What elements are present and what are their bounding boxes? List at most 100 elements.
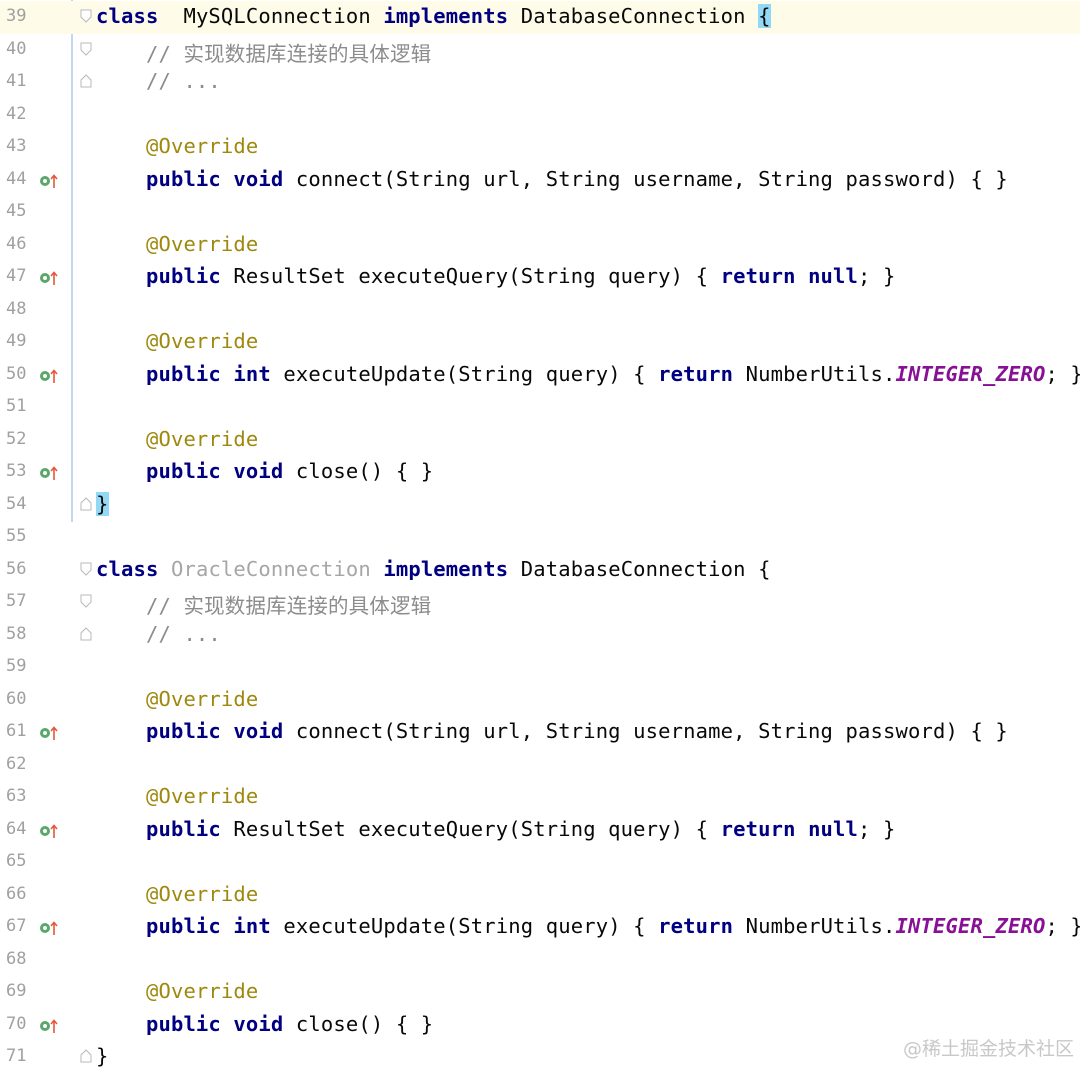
fold-icon[interactable] [80, 9, 92, 23]
code-text[interactable]: // 实现数据库连接的具体逻辑 [96, 37, 431, 67]
implements-method-icon[interactable] [39, 368, 61, 384]
line-number: 69 [6, 981, 27, 1001]
code-token: @Override [145, 979, 259, 1003]
code-text[interactable]: public ResultSet executeQuery(String que… [96, 264, 896, 288]
code-line[interactable]: 63 @Override [0, 781, 1080, 814]
code-text[interactable]: class OracleConnection implements Databa… [96, 557, 771, 581]
code-text[interactable]: } [96, 1044, 109, 1068]
code-line[interactable]: 40 // 实现数据库连接的具体逻辑 [0, 34, 1080, 67]
code-text[interactable]: @Override [96, 882, 258, 906]
fold-icon[interactable] [80, 42, 92, 56]
code-token: // ... [145, 621, 221, 646]
implements-method-icon[interactable] [39, 823, 61, 839]
implements-method-icon[interactable] [39, 725, 61, 741]
implements-method-icon[interactable] [39, 1018, 61, 1034]
code-line[interactable]: 52 @Override [0, 424, 1080, 457]
fold-icon[interactable] [80, 496, 92, 511]
code-text[interactable]: public void connect(String url, String u… [96, 167, 1008, 191]
fold-icon[interactable] [80, 74, 92, 88]
code-token: // 实现数据库连接的具体逻辑 [145, 594, 432, 618]
code-line[interactable]: 51 [0, 391, 1080, 424]
code-text[interactable]: @Override [96, 979, 258, 1003]
code-text[interactable]: // ... [96, 69, 221, 93]
code-text[interactable]: public int executeUpdate(String query) {… [96, 914, 1080, 938]
code-text[interactable]: // 实现数据库连接的具体逻辑 [96, 589, 431, 619]
code-line[interactable]: 69 @Override [0, 976, 1080, 1009]
code-line[interactable]: 66 @Override [0, 879, 1080, 912]
code-line[interactable]: 48 [0, 294, 1080, 327]
code-token: INTEGER_ZERO [895, 361, 1046, 386]
code-line[interactable]: 54} [0, 489, 1080, 522]
line-number: 54 [6, 493, 27, 514]
code-token: executeUpdate(String query) { [270, 361, 659, 386]
code-text[interactable]: public void close() { } [96, 1012, 433, 1036]
code-text[interactable]: @Override [96, 784, 258, 808]
code-text[interactable]: @Override [96, 687, 258, 711]
line-number: 56 [6, 558, 27, 579]
code-line[interactable]: 49 @Override [0, 326, 1080, 359]
code-line[interactable]: 39 class MySQLConnection implements Datab… [0, 1, 1080, 34]
code-line[interactable]: 41 // ... [0, 66, 1080, 99]
code-line[interactable]: 67 public int executeUpdate(String query… [0, 911, 1080, 944]
line-number: 70 [6, 1013, 27, 1034]
fold-icon[interactable] [80, 594, 92, 608]
code-token: // ... [145, 69, 221, 93]
code-line[interactable]: 65 [0, 846, 1080, 879]
code-token: @Override [145, 426, 259, 451]
implements-method-icon[interactable] [39, 270, 61, 286]
code-line[interactable]: 64 public ResultSet executeQuery(String … [0, 814, 1080, 847]
code-text[interactable]: @Override [96, 134, 258, 158]
code-line[interactable]: 68 [0, 944, 1080, 977]
line-number: 44 [6, 168, 27, 189]
implements-method-icon[interactable] [39, 920, 61, 936]
code-token: @Override [145, 881, 259, 906]
code-token: public [145, 914, 221, 938]
code-line[interactable]: 50 public int executeUpdate(String query… [0, 359, 1080, 392]
code-token: public [145, 264, 221, 288]
fold-icon[interactable] [80, 1049, 92, 1063]
code-line[interactable]: 58 // ... [0, 619, 1080, 652]
code-line[interactable]: 43 @Override [0, 131, 1080, 164]
code-line[interactable]: 42 [0, 99, 1080, 132]
code-editor[interactable]: 39 class MySQLConnection implements Datab… [0, 0, 1080, 1069]
implements-method-icon[interactable] [39, 173, 61, 189]
code-line[interactable]: 45 [0, 196, 1080, 229]
code-line[interactable]: 56 class OracleConnection implements Data… [0, 554, 1080, 587]
line-number: 45 [6, 201, 27, 221]
code-text[interactable]: class MySQLConnection implements Databas… [96, 4, 771, 28]
code-line[interactable]: 59 [0, 651, 1080, 684]
code-text[interactable]: } [96, 491, 109, 516]
code-line[interactable]: 61 public void connect(String url, Strin… [0, 716, 1080, 749]
implements-method-icon[interactable] [39, 465, 61, 481]
code-line[interactable]: 55 [0, 521, 1080, 554]
code-line[interactable]: 60 @Override [0, 684, 1080, 717]
code-text[interactable]: // ... [96, 622, 221, 646]
code-text[interactable]: @Override [96, 427, 258, 451]
code-line[interactable]: 44 public void connect(String url, Strin… [0, 164, 1080, 197]
code-text[interactable]: @Override [96, 232, 258, 256]
code-text[interactable]: public void connect(String url, String u… [96, 719, 1008, 743]
code-token: close() { } [283, 1011, 434, 1036]
code-token: DatabaseConnection { [508, 556, 771, 581]
code-line[interactable]: 47 public ResultSet executeQuery(String … [0, 261, 1080, 294]
fold-icon[interactable] [80, 562, 92, 576]
fold-icon[interactable] [80, 626, 92, 641]
code-text[interactable]: public int executeUpdate(String query) {… [96, 362, 1080, 386]
code-text[interactable]: public void close() { } [96, 459, 433, 483]
code-text[interactable]: public ResultSet executeQuery(String que… [96, 817, 896, 841]
code-text[interactable]: @Override [96, 329, 258, 353]
code-token: return [720, 264, 796, 288]
code-line[interactable]: 57 // 实现数据库连接的具体逻辑 [0, 586, 1080, 619]
code-line[interactable]: 53 public void close() { } [0, 456, 1080, 489]
code-line[interactable]: 62 [0, 749, 1080, 782]
code-line[interactable]: 46 @Override [0, 229, 1080, 262]
